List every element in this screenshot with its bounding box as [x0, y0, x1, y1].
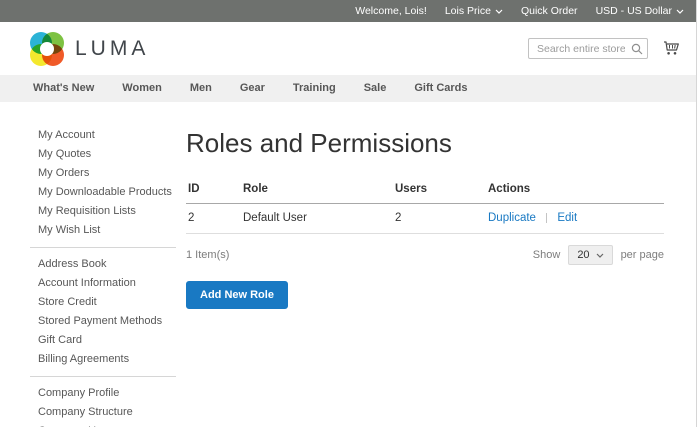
- top-panel: Welcome, Lois! Lois Price Quick Order US…: [0, 0, 696, 22]
- search-box: [528, 38, 648, 59]
- column-header-actions: Actions: [486, 179, 664, 204]
- page-title: Roles and Permissions: [186, 128, 664, 159]
- roles-table: ID Role Users Actions 2 Default User 2 D…: [186, 179, 664, 234]
- chevron-down-icon: [676, 5, 684, 17]
- currency-label: USD - US Dollar: [596, 5, 672, 17]
- table-toolbar: 1 Item(s) Show 20 per page: [186, 245, 664, 265]
- per-page-limiter: Show 20 per page: [533, 245, 664, 265]
- nav-item-men[interactable]: Men: [176, 75, 226, 102]
- cell-role-actions: Duplicate Edit: [486, 204, 664, 234]
- luma-logo[interactable]: LUMA: [30, 32, 149, 66]
- items-count: 1 Item(s): [186, 249, 229, 261]
- luma-logo-icon: [30, 32, 64, 66]
- sidebar-item-stored-payment-methods[interactable]: Stored Payment Methods: [30, 312, 176, 331]
- cart-icon[interactable]: [663, 41, 680, 56]
- sidebar-item-gift-card[interactable]: Gift Card: [30, 331, 176, 350]
- sidebar-item-my-orders[interactable]: My Orders: [30, 164, 176, 183]
- search-icon[interactable]: [631, 42, 643, 60]
- actions-separator: [546, 213, 547, 223]
- account-sidebar: My Account My Quotes My Orders My Downlo…: [30, 126, 176, 427]
- customer-menu-label: Lois Price: [445, 5, 491, 17]
- quick-order-link[interactable]: Quick Order: [521, 5, 578, 17]
- sidebar-divider: [30, 247, 176, 248]
- sidebar-item-company-structure[interactable]: Company Structure: [30, 403, 176, 422]
- header-actions: [528, 38, 680, 59]
- per-page-value: 20: [577, 249, 589, 261]
- add-new-role-button[interactable]: Add New Role: [186, 281, 288, 309]
- table-row: 2 Default User 2 Duplicate Edit: [186, 204, 664, 234]
- content-area: My Account My Quotes My Orders My Downlo…: [0, 102, 696, 427]
- welcome-message: Welcome, Lois!: [355, 5, 427, 17]
- per-page-select[interactable]: 20: [568, 245, 612, 265]
- edit-link[interactable]: Edit: [557, 212, 577, 224]
- sidebar-divider: [30, 376, 176, 377]
- sidebar-item-my-requisition-lists[interactable]: My Requisition Lists: [30, 202, 176, 221]
- sidebar-item-company-users[interactable]: Company Users: [30, 422, 176, 427]
- storefront-page: Welcome, Lois! Lois Price Quick Order US…: [0, 0, 697, 427]
- sidebar-item-my-downloadable-products[interactable]: My Downloadable Products: [30, 183, 176, 202]
- quick-order-label: Quick Order: [521, 5, 578, 17]
- sidebar-item-company-profile[interactable]: Company Profile: [30, 384, 176, 403]
- main-column: Roles and Permissions ID Role Users Acti…: [176, 126, 696, 427]
- sidebar-item-store-credit[interactable]: Store Credit: [30, 293, 176, 312]
- cell-role-id: 2: [186, 204, 241, 234]
- sidebar-item-my-account[interactable]: My Account: [30, 126, 176, 145]
- show-label: Show: [533, 249, 561, 261]
- column-header-id: ID: [186, 179, 241, 204]
- customer-menu[interactable]: Lois Price: [445, 5, 503, 17]
- main-nav: What's New Women Men Gear Training Sale …: [0, 75, 696, 102]
- nav-item-gift-cards[interactable]: Gift Cards: [400, 75, 481, 102]
- per-page-label: per page: [621, 249, 664, 261]
- cell-role-users: 2: [393, 204, 486, 234]
- nav-item-gear[interactable]: Gear: [226, 75, 279, 102]
- chevron-down-icon: [495, 5, 503, 17]
- nav-item-training[interactable]: Training: [279, 75, 350, 102]
- table-header-row: ID Role Users Actions: [186, 179, 664, 204]
- currency-switcher[interactable]: USD - US Dollar: [596, 5, 684, 17]
- nav-item-whats-new[interactable]: What's New: [19, 75, 108, 102]
- nav-item-women[interactable]: Women: [108, 75, 176, 102]
- sidebar-item-address-book[interactable]: Address Book: [30, 255, 176, 274]
- column-header-users: Users: [393, 179, 486, 204]
- page-header: LUMA: [0, 22, 696, 75]
- chevron-down-icon: [596, 249, 604, 261]
- sidebar-item-my-wish-list[interactable]: My Wish List: [30, 221, 176, 240]
- sidebar-item-account-information[interactable]: Account Information: [30, 274, 176, 293]
- duplicate-link[interactable]: Duplicate: [488, 212, 536, 224]
- sidebar-item-my-quotes[interactable]: My Quotes: [30, 145, 176, 164]
- search-input[interactable]: [528, 38, 648, 59]
- sidebar-item-billing-agreements[interactable]: Billing Agreements: [30, 350, 176, 369]
- column-header-role: Role: [241, 179, 393, 204]
- cell-role-name: Default User: [241, 204, 393, 234]
- logo-text: LUMA: [75, 37, 149, 61]
- nav-item-sale[interactable]: Sale: [350, 75, 401, 102]
